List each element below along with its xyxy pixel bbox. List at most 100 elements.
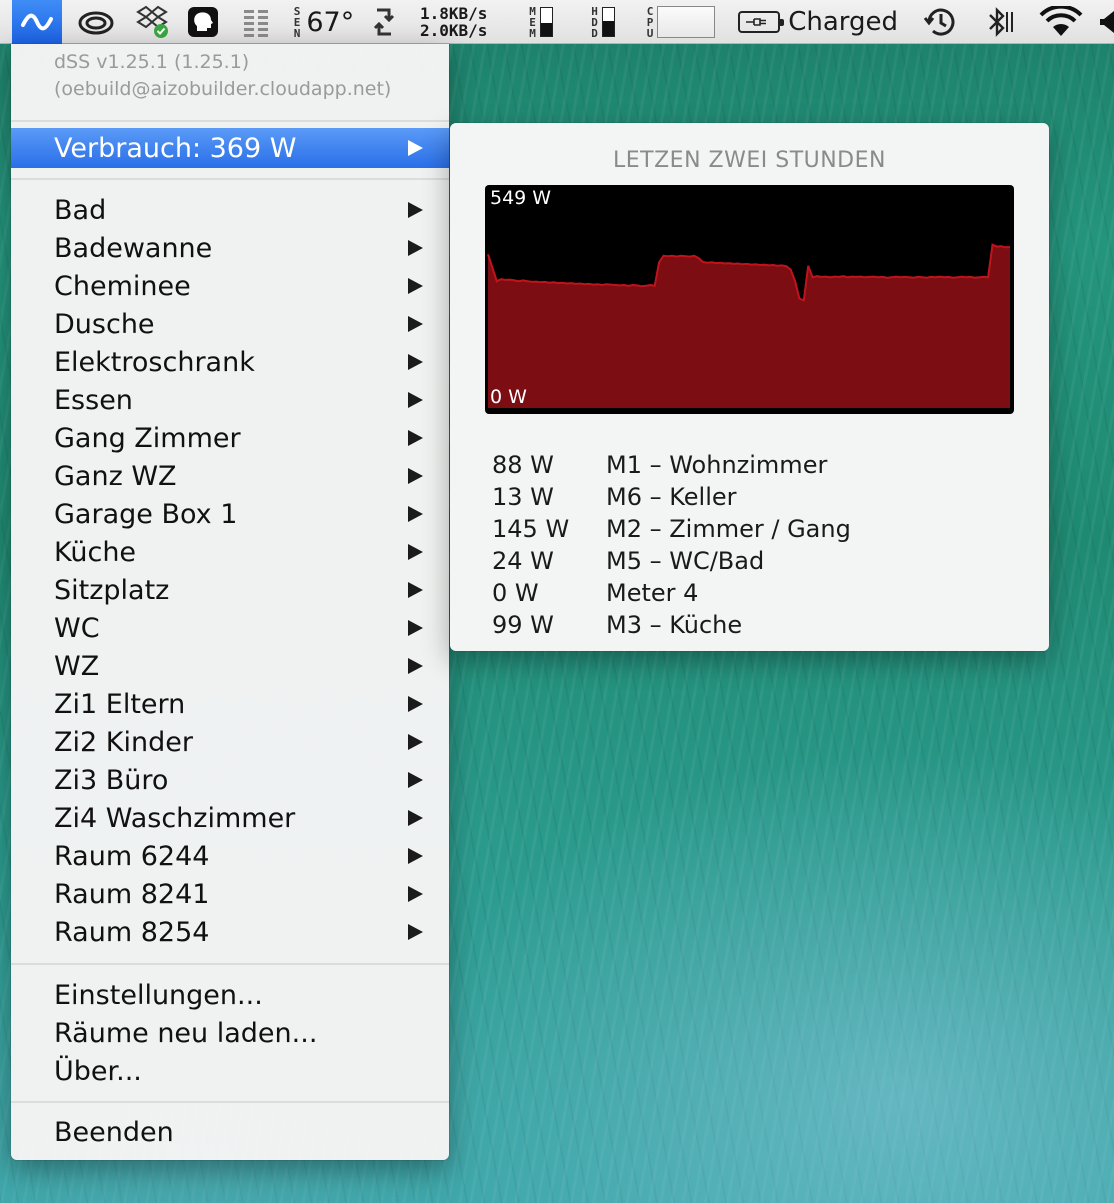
- room-menu-item[interactable]: Badewanne: [11, 229, 449, 267]
- meter-value: 145 W: [492, 515, 570, 543]
- head-profile-icon[interactable]: [185, 0, 221, 44]
- menu-divider: [11, 178, 449, 180]
- dss-dropdown-menu: dSS v1.25.1 (1.25.1) (oebuild@aizobuilde…: [11, 44, 449, 1160]
- submenu-arrow-icon: [408, 658, 423, 674]
- room-menu-item[interactable]: Zi1 Eltern: [11, 685, 449, 723]
- room-label: Bad: [54, 194, 107, 226]
- meter-row: 99 W M3 – Küche: [492, 609, 742, 641]
- room-menu-item[interactable]: Essen: [11, 381, 449, 419]
- wifi-icon[interactable]: [1036, 0, 1086, 44]
- disk-monitor[interactable]: HDD: [580, 0, 626, 44]
- meter-name: Meter 4: [606, 579, 699, 607]
- disk-usage-bar: [601, 7, 615, 37]
- room-label: Garage Box 1: [54, 498, 238, 530]
- room-menu-item[interactable]: Dusche: [11, 305, 449, 343]
- submenu-arrow-icon: [408, 772, 423, 788]
- chart-max-label: 549 W: [490, 187, 551, 209]
- chart-min-label: 0 W: [490, 386, 527, 408]
- volume-icon[interactable]: [1098, 0, 1114, 44]
- meter-value: 13 W: [492, 483, 554, 511]
- room-menu-item[interactable]: Garage Box 1: [11, 495, 449, 533]
- room-label: Badewanne: [54, 232, 213, 264]
- room-menu-item[interactable]: Gang Zimmer: [11, 419, 449, 457]
- submenu-arrow-icon: [408, 810, 423, 826]
- memory-icon: MEM: [529, 4, 536, 40]
- memory-usage-fill: [540, 23, 552, 36]
- equalizer-icon[interactable]: [238, 0, 274, 44]
- room-label: Gang Zimmer: [54, 422, 241, 454]
- menu-divider: [11, 963, 449, 965]
- room-menu-item[interactable]: Zi3 Büro: [11, 761, 449, 799]
- dss-wave-icon[interactable]: [12, 0, 62, 44]
- room-label: Raum 8254: [54, 916, 210, 948]
- room-label: Elektroschrank: [54, 346, 255, 378]
- room-menu-item[interactable]: Raum 6244: [11, 837, 449, 875]
- time-machine-icon[interactable]: [920, 0, 960, 44]
- network-monitor[interactable]: 1.8KB/s 2.0KB/s: [420, 0, 504, 44]
- sync-icon[interactable]: [370, 0, 398, 44]
- meter-value: 99 W: [492, 611, 554, 639]
- battery-status-text: Charged: [788, 7, 898, 37]
- panel-title: LETZEN ZWEI STUNDEN: [613, 148, 886, 173]
- reload-rooms-menu-item[interactable]: Räume neu laden...: [11, 1014, 449, 1052]
- quit-menu-item[interactable]: Beenden: [11, 1113, 449, 1151]
- room-menu-item[interactable]: WC: [11, 609, 449, 647]
- cpu-usage-graph: [657, 6, 716, 38]
- submenu-arrow-icon: [408, 848, 423, 864]
- memory-monitor[interactable]: MEM: [518, 0, 564, 44]
- room-label: Ganz WZ: [54, 460, 177, 492]
- room-menu-item[interactable]: Sitzplatz: [11, 571, 449, 609]
- submenu-arrow-icon: [408, 886, 423, 902]
- room-menu-item[interactable]: WZ: [11, 647, 449, 685]
- room-menu-item[interactable]: Cheminee: [11, 267, 449, 305]
- room-menu-item[interactable]: Elektroschrank: [11, 343, 449, 381]
- menu-divider: [11, 1101, 449, 1103]
- power-area-series: [488, 244, 1010, 408]
- temperature-value: 67°: [306, 6, 355, 38]
- consumption-label: Verbrauch: 369 W: [54, 132, 297, 164]
- room-menu-item[interactable]: Raum 8254: [11, 913, 449, 951]
- net-up-rate: 1.8KB/s: [420, 4, 488, 23]
- submenu-arrow-icon: [408, 506, 423, 522]
- room-menu-item[interactable]: Ganz WZ: [11, 457, 449, 495]
- power-chart-svg: 549 W 0 W: [487, 187, 1011, 408]
- room-menu-item[interactable]: Bad: [11, 191, 449, 229]
- room-label: Küche: [54, 536, 137, 568]
- submenu-arrow-icon: [408, 696, 423, 712]
- settings-menu-item[interactable]: Einstellungen...: [11, 976, 449, 1014]
- room-menu-item[interactable]: Zi2 Kinder: [11, 723, 449, 761]
- meter-name: M3 – Küche: [606, 611, 743, 639]
- submenu-arrow-icon: [408, 316, 423, 332]
- temperature-sensor[interactable]: SEN 67°: [288, 0, 360, 44]
- battery-status[interactable]: Charged: [738, 0, 898, 44]
- room-label: WZ: [54, 650, 100, 682]
- creative-cloud-icon[interactable]: [75, 0, 117, 44]
- room-label: Zi2 Kinder: [54, 726, 193, 758]
- battery-icon: [738, 11, 785, 33]
- cpu-monitor[interactable]: CPU: [638, 0, 724, 44]
- submenu-arrow-icon: [408, 240, 423, 256]
- submenu-arrow-icon: [408, 392, 423, 408]
- room-label: Zi3 Büro: [54, 764, 169, 796]
- room-label: WC: [54, 612, 100, 644]
- consumption-menu-item[interactable]: Verbrauch: 369 W: [11, 128, 449, 168]
- room-label: Cheminee: [54, 270, 191, 302]
- room-menu-item[interactable]: Raum 8241: [11, 875, 449, 913]
- submenu-arrow-icon: [408, 924, 423, 940]
- room-label: Raum 8241: [54, 878, 210, 910]
- bluetooth-icon[interactable]: [980, 0, 1020, 44]
- room-menu-item[interactable]: Küche: [11, 533, 449, 571]
- submenu-arrow-icon: [408, 430, 423, 446]
- submenu-arrow-icon: [408, 468, 423, 484]
- about-menu-item[interactable]: Über...: [11, 1052, 449, 1090]
- version-header: dSS v1.25.1 (1.25.1): [54, 51, 250, 73]
- cpu-icon: CPU: [646, 4, 654, 40]
- disk-icon: HDD: [591, 4, 598, 40]
- room-label: Sitzplatz: [54, 574, 170, 606]
- room-label: Zi4 Waschzimmer: [54, 802, 296, 834]
- dropbox-icon[interactable]: [131, 0, 173, 44]
- consumption-submenu: LETZEN ZWEI STUNDEN 549 W 0 W 88 W M1 – Wo…: [450, 123, 1049, 651]
- room-menu-item[interactable]: Zi4 Waschzimmer: [11, 799, 449, 837]
- meter-row: 24 W M5 – WC/Bad: [492, 545, 764, 577]
- meter-value: 88 W: [492, 451, 554, 479]
